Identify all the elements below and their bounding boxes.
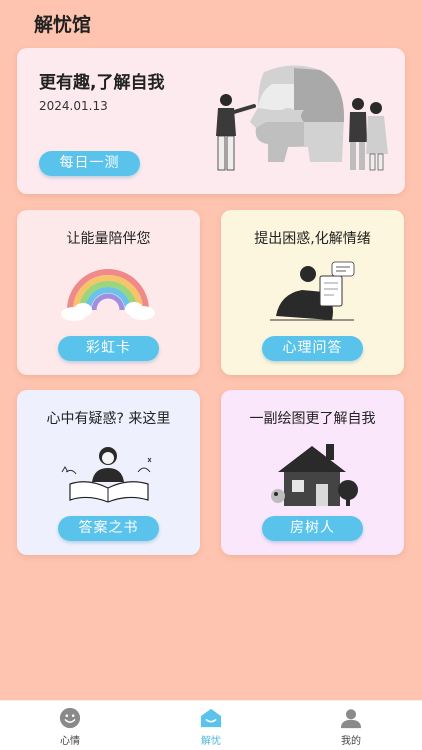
house-tree-person-tile[interactable]: 一副绘图更了解自我 房树人 <box>221 390 404 555</box>
page-title: 解忧馆 <box>34 14 92 36</box>
puzzle-head-illustration <box>216 65 388 171</box>
tab-label: 解忧 <box>201 736 221 747</box>
tile-title: 心中有疑惑? 来这里 <box>46 411 171 427</box>
tab-label: 我的 <box>341 736 361 747</box>
smiley-icon <box>59 707 81 729</box>
psych-qa-button[interactable]: 心理问答 <box>262 336 363 361</box>
daily-test-card[interactable]: 更有趣,了解自我 2024.01.13 每日一测 <box>17 48 405 194</box>
tile-title: 提出困惑,化解情绪 <box>254 231 371 247</box>
tab-mine[interactable]: 我的 <box>311 707 391 747</box>
house-tree-person-button[interactable]: 房树人 <box>262 516 363 541</box>
tab-mood[interactable]: 心情 <box>30 707 110 747</box>
open-book-illustration <box>61 447 152 503</box>
tab-relief[interactable]: 解忧 <box>171 707 251 747</box>
hero-date: 2024.01.13 <box>39 99 108 113</box>
house-tree-illustration <box>271 444 358 506</box>
hero-title: 更有趣,了解自我 <box>39 73 165 93</box>
tile-title: 一副绘图更了解自我 <box>249 411 376 427</box>
rainbow-card-tile[interactable]: 让能量陪伴您 彩虹卡 <box>17 210 200 375</box>
answer-book-tile[interactable]: 心中有疑惑? 来这里 答案之书 <box>17 390 200 555</box>
rainbow-illustration <box>61 269 155 321</box>
house-icon <box>200 708 222 728</box>
tile-title: 让能量陪伴您 <box>66 231 151 247</box>
answer-book-button[interactable]: 答案之书 <box>58 516 159 541</box>
tab-label: 心情 <box>60 736 80 747</box>
psych-qa-tile[interactable]: 提出困惑,化解情绪 心理问答 <box>221 210 404 375</box>
bottom-tab-bar: 心情 解忧 我的 <box>0 700 422 750</box>
daily-test-button[interactable]: 每日一测 <box>39 151 140 176</box>
rainbow-card-button[interactable]: 彩虹卡 <box>58 336 159 361</box>
person-reading-illustration <box>270 261 355 321</box>
user-icon <box>340 709 362 729</box>
